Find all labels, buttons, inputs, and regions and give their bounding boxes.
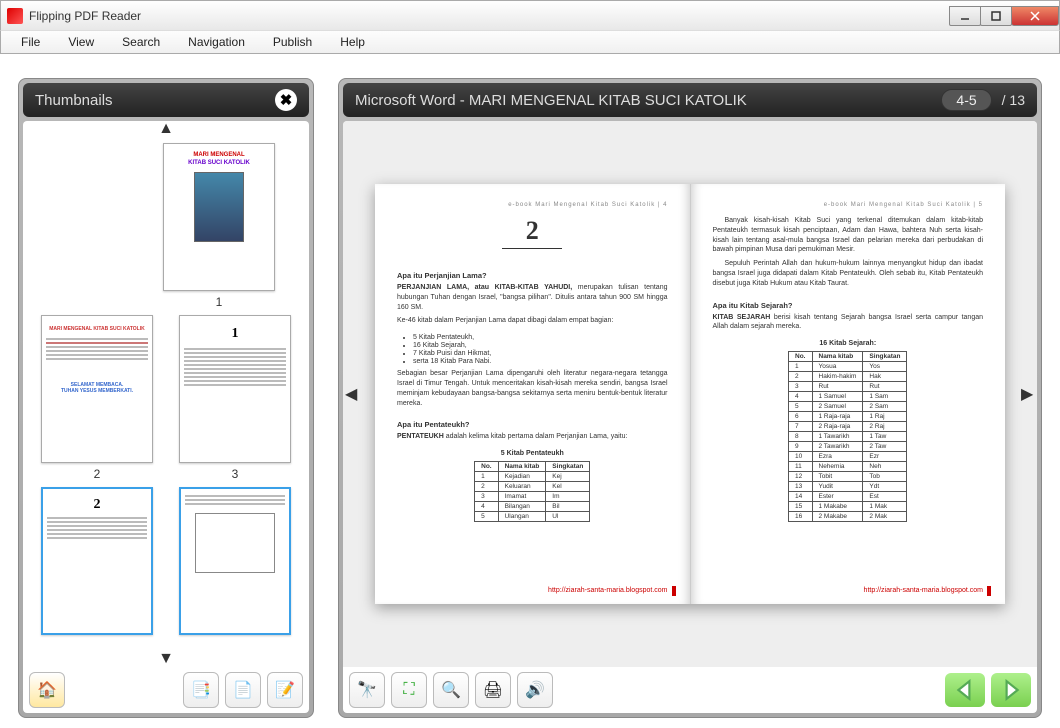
- thumb-page-2[interactable]: MARI MENGENAL KITAB SUCI KATOLIKSELAMAT …: [41, 315, 153, 481]
- thumb-page-1[interactable]: MARI MENGENAL KITAB SUCI KATOLIK 1: [163, 143, 275, 309]
- menu-publish[interactable]: Publish: [261, 33, 324, 51]
- close-button[interactable]: [1011, 6, 1059, 26]
- add-page-icon: 📝: [275, 680, 295, 700]
- thumb-tool-1[interactable]: 📑: [183, 672, 219, 708]
- book-spread: e-book Mari Mengenal Kitab Suci Katolik …: [375, 184, 1005, 604]
- thumb-page-4[interactable]: 2: [41, 487, 153, 635]
- thumb-page-5[interactable]: [179, 487, 291, 635]
- menu-view[interactable]: View: [56, 33, 106, 51]
- copy-icon: 📄: [233, 680, 253, 700]
- zoom-button[interactable]: 🔍: [433, 672, 469, 708]
- thumbnails-panel: Thumbnails ✖ ▲ MARI MENGENAL KITAB SUCI …: [18, 78, 314, 718]
- maximize-button[interactable]: [980, 6, 1012, 26]
- home-button[interactable]: 🏠: [29, 672, 65, 708]
- close-thumbnails-button[interactable]: ✖: [275, 89, 297, 111]
- menu-help[interactable]: Help: [328, 33, 377, 51]
- flip-next-arrow[interactable]: ▶: [1021, 384, 1035, 404]
- document-title: Microsoft Word - MARI MENGENAL KITAB SUC…: [355, 92, 941, 109]
- page-indicator[interactable]: 4-5: [941, 89, 991, 111]
- sound-button[interactable]: 🔊: [517, 672, 553, 708]
- menu-file[interactable]: File: [9, 33, 52, 51]
- thumb-scroll-up[interactable]: ▲: [23, 121, 309, 137]
- thumb-page-3[interactable]: 1 3: [179, 315, 291, 481]
- menu-bar: File View Search Navigation Publish Help: [0, 30, 1060, 54]
- zoom-icon: 🔍: [441, 680, 461, 700]
- thumb-tool-2[interactable]: 📄: [225, 672, 261, 708]
- cover-image: [194, 172, 244, 242]
- page-total: / 13: [1002, 92, 1025, 108]
- pentateukh-table: No.Nama kitabSingkatan 1KejadianKej2Kelu…: [474, 461, 590, 522]
- book-page-left[interactable]: e-book Mari Mengenal Kitab Suci Katolik …: [375, 184, 691, 604]
- prev-page-button[interactable]: [945, 673, 985, 707]
- reader-panel: Microsoft Word - MARI MENGENAL KITAB SUC…: [338, 78, 1042, 718]
- fullscreen-button[interactable]: ⛶: [391, 672, 427, 708]
- menu-navigation[interactable]: Navigation: [176, 33, 257, 51]
- binoculars-icon: 🔭: [357, 680, 377, 700]
- minimize-button[interactable]: [949, 6, 981, 26]
- sejarah-table: No.Nama kitabSingkatan 1YosuaYos2Hakim-h…: [788, 351, 907, 522]
- fullscreen-icon: ⛶: [403, 681, 414, 699]
- pages-icon: 📑: [191, 680, 211, 700]
- print-icon: 🖨: [483, 680, 503, 700]
- window-title: Flipping PDF Reader: [29, 9, 950, 23]
- sound-icon: 🔊: [525, 680, 545, 700]
- menu-search[interactable]: Search: [110, 33, 172, 51]
- thumb-tool-3[interactable]: 📝: [267, 672, 303, 708]
- flip-prev-arrow[interactable]: ◀: [345, 384, 359, 404]
- title-bar: Flipping PDF Reader: [0, 0, 1060, 30]
- search-tool-button[interactable]: 🔭: [349, 672, 385, 708]
- print-button[interactable]: 🖨: [475, 672, 511, 708]
- next-page-button[interactable]: [991, 673, 1031, 707]
- home-icon: 🏠: [37, 680, 57, 700]
- thumbnails-title: Thumbnails: [35, 92, 113, 109]
- thumb-scroll-down[interactable]: ▼: [23, 651, 309, 667]
- thumbnails-grid: MARI MENGENAL KITAB SUCI KATOLIK 1 MARI …: [23, 137, 309, 651]
- app-icon: [7, 8, 23, 24]
- book-page-right[interactable]: e-book Mari Mengenal Kitab Suci Katolik …: [691, 184, 1006, 604]
